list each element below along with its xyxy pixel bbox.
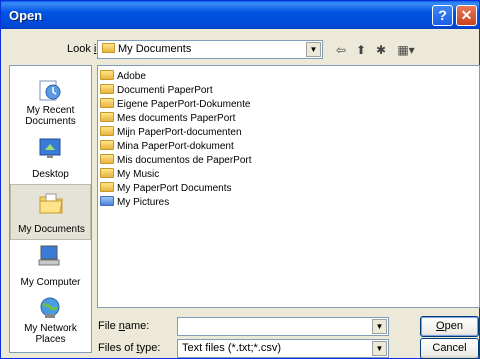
place-my-documents[interactable]: My Documents [10,184,91,240]
place-my-computer[interactable]: My Computer [10,238,91,294]
folder-icon [100,84,114,94]
file-type-label: Files of type: [98,342,161,354]
item-label: Documenti PaperPort [117,85,213,96]
file-type-value: Text files (*.txt;*.csv) [182,342,282,354]
list-item[interactable]: Mina PaperPort-dokument [100,140,234,154]
places-bar: My Recent Documents Desktop My Documents… [9,65,92,353]
folder-icon [100,98,114,108]
look-in-text: My Documents [118,43,192,55]
list-item[interactable]: Mes documents PaperPort [100,112,235,126]
chevron-down-icon[interactable]: ▼ [372,341,387,356]
desktop-icon [39,138,61,158]
folder-icon [100,154,114,164]
my-computer-icon [38,245,60,266]
my-documents-small-icon [102,43,115,53]
item-label: My Music [117,169,160,180]
folder-icon [100,140,114,150]
look-in-combo[interactable]: My Documents ▼ [97,40,323,59]
place-label: My Documents [18,224,85,235]
place-label: Desktop [32,169,69,180]
list-item[interactable]: Adobe [100,70,146,84]
up-folder-icon[interactable]: ⬆ [351,41,371,59]
list-item[interactable]: Eigene PaperPort-Dokumente [100,98,250,112]
pictures-folder-icon [100,196,114,206]
place-label: My Computer [20,277,81,288]
folder-icon [100,182,114,192]
music-folder-icon [100,168,114,178]
close-button[interactable]: ✕ [456,5,477,26]
back-icon[interactable]: ⇦ [331,41,351,59]
place-desktop[interactable]: Desktop [10,130,91,186]
item-label: Mijn PaperPort-documenten [117,127,242,138]
file-list[interactable]: Adobe Documenti PaperPort Eigene PaperPo… [97,65,480,308]
list-item[interactable]: Documenti PaperPort [100,84,213,98]
open-button[interactable]: Open [420,316,479,337]
file-name-input[interactable]: ▼ [177,317,389,336]
item-label: My Pictures [117,197,170,208]
item-label: Mina PaperPort-dokument [117,141,234,152]
recent-documents-icon [39,80,61,101]
place-my-recent-documents[interactable]: My Recent Documents [10,72,91,128]
list-item[interactable]: My Music [100,168,159,182]
my-documents-icon [39,193,63,214]
item-label: Adobe [117,71,146,82]
item-label: Mes documents PaperPort [117,113,236,124]
place-label: My Recent Documents [25,105,76,127]
place-my-network-places[interactable]: My Network Places [10,290,91,346]
window-title: Open [9,8,43,23]
open-dialog: Open ? ✕ Look in: My Documents ▼ ⇦ ⬆ ✱ ▦… [0,0,480,359]
chevron-down-icon[interactable]: ▼ [306,42,321,57]
help-button[interactable]: ? [432,5,453,26]
folder-icon [100,112,114,122]
file-type-select[interactable]: Text files (*.txt;*.csv) ▼ [177,339,389,358]
item-label: My PaperPort Documents [117,183,232,194]
folder-icon [100,126,114,136]
chevron-down-icon[interactable]: ▼ [372,319,387,334]
network-places-icon [40,297,60,318]
list-item[interactable]: Mijn PaperPort-documenten [100,126,242,140]
folder-icon [100,70,114,80]
look-in-value: My Documents [102,43,191,55]
cancel-button[interactable]: Cancel [420,338,479,359]
title-bar[interactable]: Open ? ✕ [1,1,479,29]
list-item[interactable]: My Pictures [100,196,169,210]
item-label: Mis documentos de PaperPort [117,155,252,166]
new-folder-icon[interactable]: ✱ [371,41,391,59]
views-menu-icon[interactable]: ▦▾ [393,41,419,59]
item-label: Eigene PaperPort-Dokumente [117,99,251,110]
file-name-label: File name: [98,320,150,332]
place-label: My Network Places [24,323,77,345]
list-item[interactable]: My PaperPort Documents [100,182,232,196]
list-item[interactable]: Mis documentos de PaperPort [100,154,252,168]
